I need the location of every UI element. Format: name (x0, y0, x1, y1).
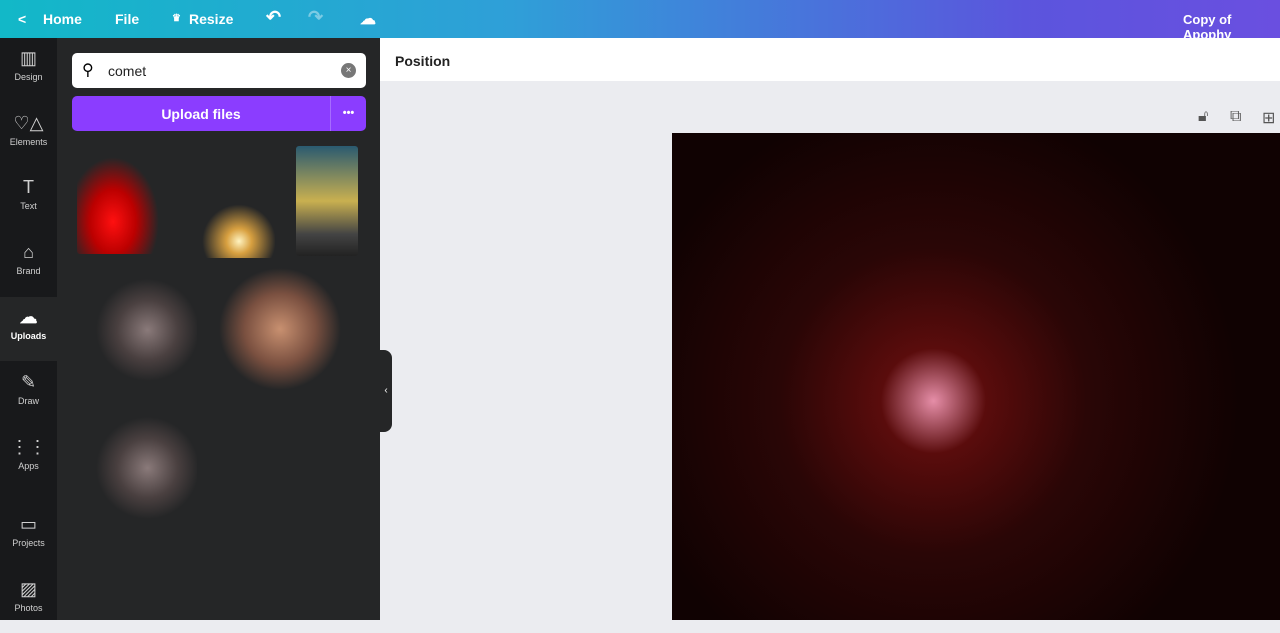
sidebar-item-label: Uploads (10, 331, 47, 341)
resize-button[interactable]: Resize (189, 11, 233, 27)
sidebar-item-design[interactable]: ▥ Design (0, 38, 57, 102)
sidebar-item-brand[interactable]: ⌂ Brand (0, 232, 57, 296)
sidebar-item-label: Projects (12, 538, 45, 548)
sidebar-item-uploads[interactable]: ☁ Uploads (0, 297, 57, 361)
upload-thumbnail-swirl[interactable] (87, 270, 197, 390)
photos-icon: ▨ (19, 579, 37, 599)
upload-thumbnail-meteor[interactable] (195, 146, 275, 258)
home-button[interactable]: Home (43, 11, 82, 27)
more-options-button[interactable]: ••• (330, 96, 366, 131)
design-canvas[interactable] (672, 133, 1280, 620)
context-toolbar: Position (380, 38, 1280, 81)
lock-icon[interactable]: 🔓︎ (1198, 108, 1208, 126)
file-button[interactable]: File (115, 11, 139, 27)
sidebar-item-apps[interactable]: ⋮⋮ Apps (0, 427, 57, 491)
back-icon[interactable]: < (18, 11, 26, 27)
add-page-icon[interactable]: ⊞ (1262, 108, 1275, 128)
upload-thumbnail-red-comet[interactable] (77, 146, 167, 254)
sidebar-item-text[interactable]: T Text (0, 167, 57, 231)
upload-label: Upload files (161, 106, 241, 122)
upload-thumbnail-golden-swirl[interactable] (217, 263, 357, 395)
uploads-icon: ☁ (19, 307, 38, 327)
redo-icon[interactable]: ↷ (308, 7, 323, 28)
position-button[interactable]: Position (395, 53, 450, 69)
top-bar: < Home File ♛ Resize ↶ ↷ ☁ Copy of Apoph… (0, 0, 1280, 42)
sidebar-item-label: Brand (16, 266, 41, 276)
apps-icon: ⋮⋮ (10, 437, 47, 457)
clear-search-icon[interactable]: × (341, 63, 356, 78)
draw-icon: ✎ (20, 372, 37, 392)
search-icon: ⚲ (82, 62, 94, 79)
upload-thumbnail-swirl-2[interactable] (87, 408, 197, 528)
search-value: comet (108, 63, 147, 79)
text-icon: T (23, 177, 34, 197)
upload-files-button[interactable]: Upload files ••• (72, 96, 366, 131)
search-input[interactable]: ⚲ comet × (72, 53, 366, 88)
sidebar-item-draw[interactable]: ✎ Draw (0, 362, 57, 426)
crown-icon: ♛ (172, 13, 181, 24)
sidebar-item-label: Design (14, 72, 43, 82)
brand-icon: ⌂ (23, 242, 34, 262)
sidebar-item-label: Text (20, 201, 37, 211)
upload-thumbnail-poster[interactable] (296, 146, 358, 256)
collapse-panel-handle[interactable]: ‹ (380, 350, 392, 432)
sidebar-item-photos[interactable]: ▨ Photos (0, 569, 57, 633)
design-icon: ▥ (19, 48, 37, 68)
cloud-saved-icon[interactable]: ☁ (360, 9, 376, 29)
duplicate-page-icon[interactable]: ⧉ (1230, 108, 1241, 126)
sidebar-item-label: Photos (14, 603, 43, 613)
sidebar-item-label: Draw (17, 396, 39, 406)
elements-icon: ♡△ (13, 113, 44, 133)
sidebar-item-projects[interactable]: ▭ Projects (0, 504, 57, 568)
projects-icon: ▭ (19, 514, 37, 534)
uploads-panel: ⚲ comet × Upload files ••• (57, 38, 380, 620)
sidebar-item-elements[interactable]: ♡△ Elements (0, 103, 57, 167)
sidebar-item-label: Elements (9, 137, 48, 147)
sidebar-item-label: Apps (18, 461, 39, 471)
undo-icon[interactable]: ↶ (266, 7, 281, 28)
